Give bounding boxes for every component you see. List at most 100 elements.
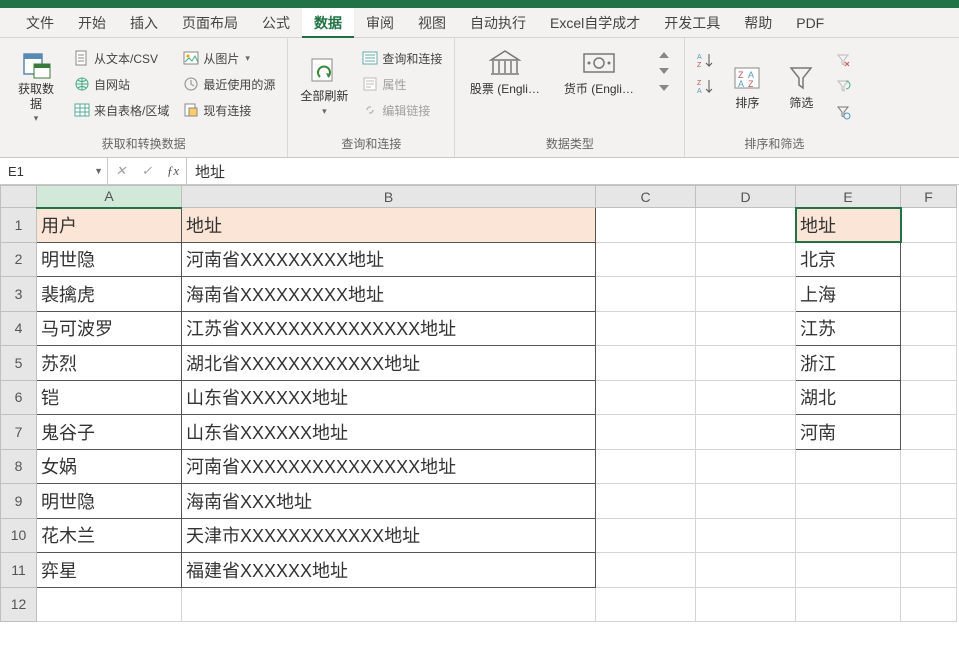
cell[interactable]: [901, 346, 957, 381]
col-header-B[interactable]: B: [182, 186, 596, 208]
cell[interactable]: [37, 587, 182, 622]
cell[interactable]: [596, 449, 696, 484]
cell[interactable]: 花木兰: [37, 518, 182, 553]
accept-formula[interactable]: ✓: [134, 158, 160, 185]
fx-button[interactable]: ƒx: [160, 158, 186, 185]
cell[interactable]: 山东省XXXXXX地址: [182, 415, 596, 450]
row-header[interactable]: 11: [1, 553, 37, 588]
existing-connections[interactable]: 现有连接: [179, 98, 279, 122]
get-data-button[interactable]: 获取数 据 ▾: [8, 42, 64, 130]
queries-connections[interactable]: 查询和连接: [358, 46, 446, 70]
cell[interactable]: [696, 277, 796, 312]
tab-insert[interactable]: 插入: [118, 8, 170, 38]
cell[interactable]: 福建省XXXXXX地址: [182, 553, 596, 588]
cell[interactable]: 江苏: [796, 311, 901, 346]
cell[interactable]: [901, 208, 957, 243]
sort-button[interactable]: ZAAZ 排序: [723, 42, 771, 130]
cell[interactable]: [901, 311, 957, 346]
cell[interactable]: [696, 518, 796, 553]
cell[interactable]: [696, 346, 796, 381]
datatype-down[interactable]: [657, 64, 671, 78]
tab-view[interactable]: 视图: [406, 8, 458, 38]
cell[interactable]: [901, 484, 957, 519]
cell[interactable]: [901, 587, 957, 622]
tab-automate[interactable]: 自动执行: [458, 8, 538, 38]
row-header[interactable]: 6: [1, 380, 37, 415]
formula-input[interactable]: 地址: [187, 158, 959, 184]
cell[interactable]: 地址: [182, 208, 596, 243]
cell[interactable]: [596, 208, 696, 243]
from-web[interactable]: 自网站: [70, 72, 173, 96]
cell[interactable]: 浙江: [796, 346, 901, 381]
tab-developer[interactable]: 开发工具: [652, 8, 732, 38]
cell[interactable]: [596, 587, 696, 622]
cell[interactable]: [596, 242, 696, 277]
col-header-F[interactable]: F: [901, 186, 957, 208]
filter-button[interactable]: 筛选: [777, 42, 825, 130]
cell[interactable]: [696, 242, 796, 277]
cell[interactable]: [696, 311, 796, 346]
sort-desc[interactable]: ZA: [693, 74, 717, 98]
cell[interactable]: 北京: [796, 242, 901, 277]
cell[interactable]: [796, 587, 901, 622]
refresh-all-button[interactable]: 全部刷新 ▾: [296, 42, 352, 130]
row-header[interactable]: 4: [1, 311, 37, 346]
cell[interactable]: [696, 208, 796, 243]
cell[interactable]: [596, 380, 696, 415]
row-header[interactable]: 12: [1, 587, 37, 622]
cell[interactable]: [901, 242, 957, 277]
cell[interactable]: 裴擒虎: [37, 277, 182, 312]
row-header[interactable]: 7: [1, 415, 37, 450]
cell[interactable]: [596, 346, 696, 381]
col-header-A[interactable]: A: [37, 186, 182, 208]
tab-help[interactable]: 帮助: [732, 8, 784, 38]
recent-sources[interactable]: 最近使用的源: [179, 72, 279, 96]
cell[interactable]: [901, 415, 957, 450]
cell[interactable]: [696, 449, 796, 484]
cell[interactable]: [796, 449, 901, 484]
cell[interactable]: [596, 277, 696, 312]
spreadsheet-grid[interactable]: A B C D E F 1用户地址地址2明世隐河南省XXXXXXXXX地址北京3…: [0, 185, 959, 650]
cell[interactable]: [596, 311, 696, 346]
cell[interactable]: 湖北省XXXXXXXXXXXX地址: [182, 346, 596, 381]
tab-home[interactable]: 开始: [66, 8, 118, 38]
cell[interactable]: 江苏省XXXXXXXXXXXXXXX地址: [182, 311, 596, 346]
cell[interactable]: 天津市XXXXXXXXXXXX地址: [182, 518, 596, 553]
cell[interactable]: 河南省XXXXXXXXXXXXXXX地址: [182, 449, 596, 484]
stocks-type[interactable]: 股票 (Engli…: [465, 48, 545, 97]
cell[interactable]: 湖北: [796, 380, 901, 415]
cell[interactable]: [901, 449, 957, 484]
chevron-down-icon[interactable]: ▼: [94, 166, 103, 176]
cell[interactable]: 河南省XXXXXXXXX地址: [182, 242, 596, 277]
cell[interactable]: [596, 415, 696, 450]
tab-data[interactable]: 数据: [302, 8, 354, 38]
from-picture[interactable]: 从图片▾: [179, 46, 279, 70]
row-header[interactable]: 5: [1, 346, 37, 381]
sort-asc[interactable]: AZ: [693, 48, 717, 72]
tab-file[interactable]: 文件: [14, 8, 66, 38]
cell[interactable]: 女娲: [37, 449, 182, 484]
cell[interactable]: 海南省XXX地址: [182, 484, 596, 519]
cell[interactable]: 苏烈: [37, 346, 182, 381]
cell[interactable]: [696, 484, 796, 519]
tab-review[interactable]: 审阅: [354, 8, 406, 38]
currency-type[interactable]: 货币 (Engli…: [559, 48, 639, 97]
cell[interactable]: [596, 518, 696, 553]
cell[interactable]: 马可波罗: [37, 311, 182, 346]
tab-custom[interactable]: Excel自学成才: [538, 8, 652, 38]
from-table-range[interactable]: 来自表格/区域: [70, 98, 173, 122]
edit-links[interactable]: 编辑链接: [358, 98, 446, 122]
cell[interactable]: 河南: [796, 415, 901, 450]
cell[interactable]: 山东省XXXXXX地址: [182, 380, 596, 415]
row-header[interactable]: 3: [1, 277, 37, 312]
cell[interactable]: [596, 553, 696, 588]
row-header[interactable]: 2: [1, 242, 37, 277]
row-header[interactable]: 10: [1, 518, 37, 553]
cell[interactable]: 明世隐: [37, 484, 182, 519]
reapply[interactable]: [831, 74, 855, 98]
advanced-filter[interactable]: [831, 100, 855, 124]
datatype-more[interactable]: [657, 80, 671, 94]
cell[interactable]: 铠: [37, 380, 182, 415]
cell[interactable]: [696, 415, 796, 450]
col-header-D[interactable]: D: [696, 186, 796, 208]
